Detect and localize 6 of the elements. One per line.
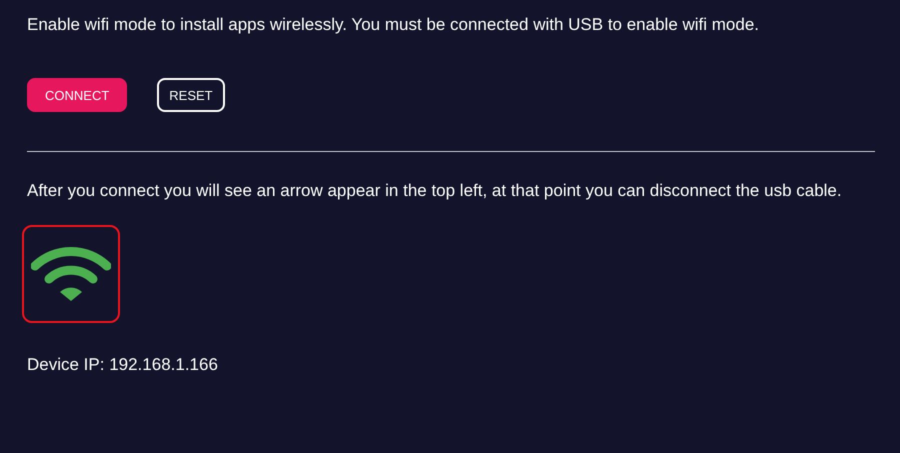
connect-button[interactable]: CONNECT <box>27 78 128 112</box>
instructions-text: After you connect you will see an arrow appear in the top left, at that point you can disconnect the usb cable. <box>27 180 843 202</box>
device-ip-text: Device IP: 192.168.1.166 <box>27 355 219 375</box>
reset-button[interactable]: RESET <box>157 78 225 112</box>
wifi-icon <box>31 246 111 302</box>
intro-text: Enable wifi mode to install apps wirelessly. You must be connected with USB to enable wifi mode. <box>27 14 760 36</box>
